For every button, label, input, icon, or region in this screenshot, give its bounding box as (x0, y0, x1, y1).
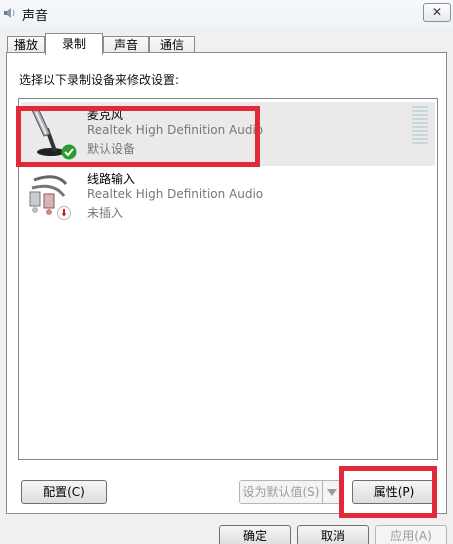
device-status: 未插入 (87, 206, 124, 220)
sound-dialog: 声音 ✕ 播放 录制 声音 通信 选择以下录制设备来修改设置: 麦克风 Real… (0, 0, 453, 544)
tab-recording[interactable]: 录制 (45, 33, 103, 55)
recording-device-list[interactable]: 麦克风 Realtek High Definition Audio 默认设备 线… (18, 98, 438, 460)
cancel-button[interactable]: 取消 (297, 525, 369, 544)
apply-button[interactable]: 应用(A) (375, 525, 447, 544)
title-bar: 声音 ✕ (0, 0, 453, 30)
recording-tab-panel: 选择以下录制设备来修改设置: 麦克风 Realtek High Definiti… (6, 52, 447, 514)
device-name: 麦克风 (87, 108, 124, 122)
properties-button[interactable]: 属性(P) (352, 480, 436, 504)
set-default-button[interactable]: 设为默认值(S) (239, 480, 323, 504)
level-meter (412, 106, 428, 146)
window-title: 声音 (22, 9, 49, 24)
device-driver: Realtek High Definition Audio (87, 187, 264, 201)
device-item-line-in[interactable]: 线路输入 Realtek High Definition Audio 未插入 (21, 166, 435, 230)
device-driver: Realtek High Definition Audio (87, 123, 264, 137)
device-status: 默认设备 (87, 142, 136, 156)
device-name: 线路输入 (87, 172, 136, 186)
default-check-icon (61, 144, 77, 160)
close-icon: ✕ (431, 5, 443, 19)
speaker-icon (4, 8, 15, 18)
chevron-down-icon (327, 489, 337, 496)
unplugged-icon (57, 206, 71, 220)
set-default-dropdown[interactable] (322, 480, 342, 504)
configure-button[interactable]: 配置(C) (21, 480, 107, 504)
ok-button[interactable]: 确定 (219, 525, 291, 544)
instruction-text: 选择以下录制设备来修改设置: (19, 73, 180, 87)
device-item-microphone[interactable]: 麦克风 Realtek High Definition Audio 默认设备 (21, 102, 435, 166)
close-button[interactable]: ✕ (423, 3, 451, 22)
